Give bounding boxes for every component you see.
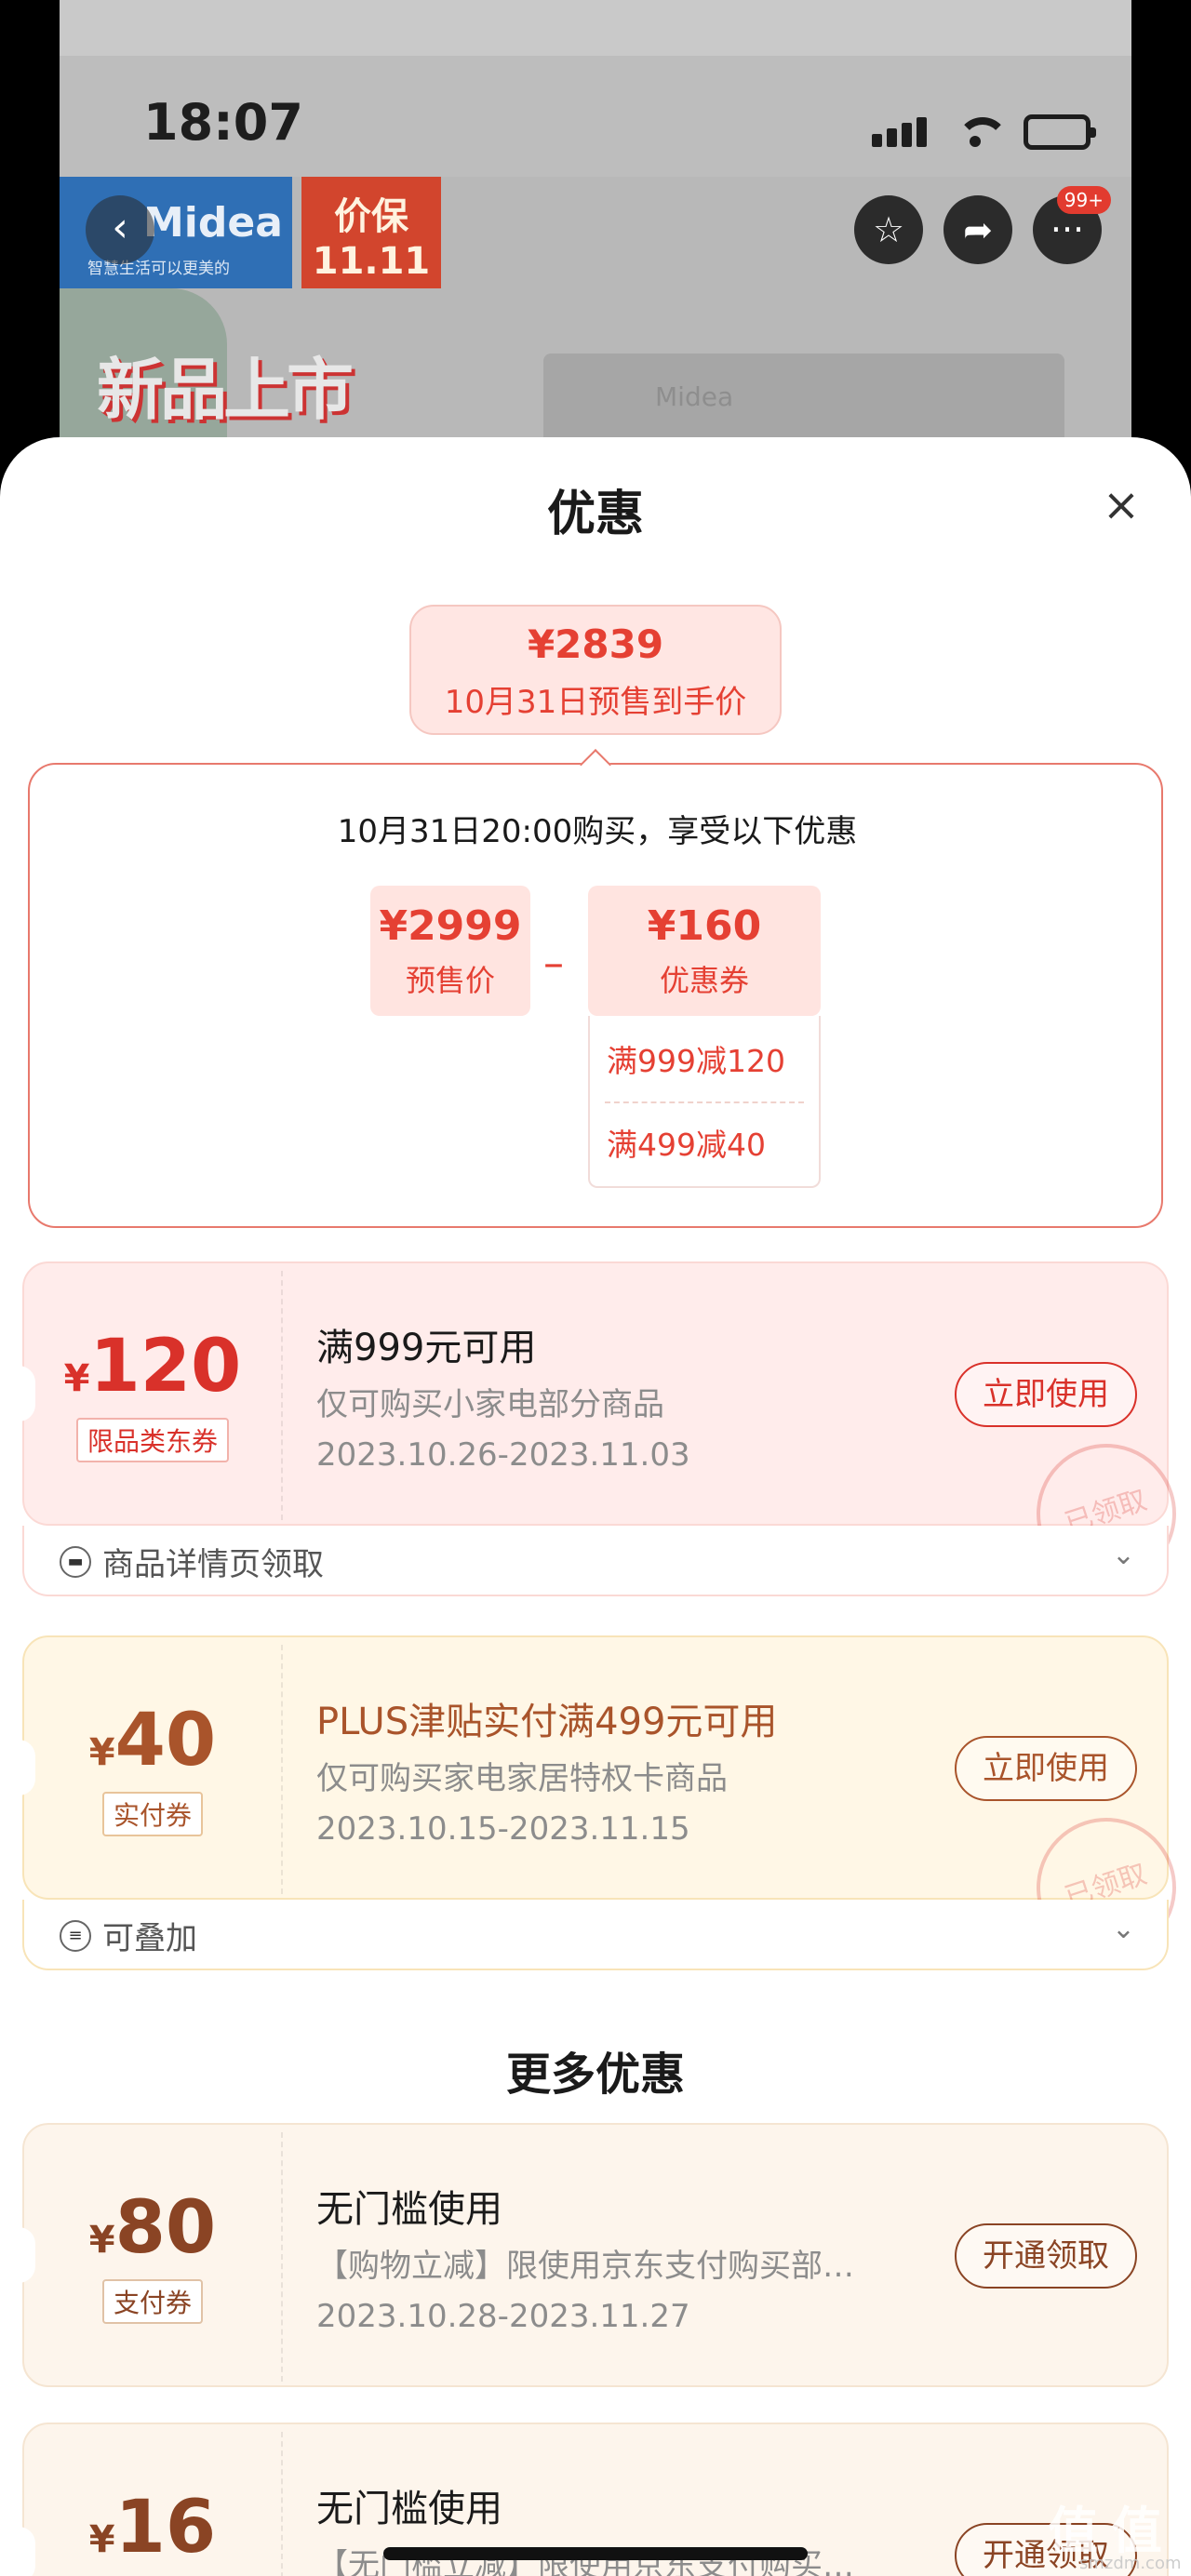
coupon-amount: ¥40 [88,1699,217,1782]
final-price-label: 10月31日预售到手价 [444,684,747,721]
coupon-validity: 2023.10.15-2023.11.15 [316,1810,690,1848]
divider [605,1101,804,1103]
coupon-card: ¥120 限品类东券 满999元可用 仅可购买小家电部分商品 2023.10.2… [19,1261,1191,1602]
coupon-description: 【购物立减】限使用京东支付购买部… [316,2248,854,2285]
presale-price-card: ¥2999 预售价 [370,886,530,1016]
stack-icon: ≡ [60,1920,91,1952]
coupon-breakdown-row: 满499减40 [607,1127,766,1163]
share-button[interactable]: ➦ [943,195,1012,264]
coupon-footer[interactable]: ≡ 可叠加 ⌄ [22,1900,1169,1970]
coupon-description: 仅可购买家电家居特权卡商品 [316,1760,728,1797]
price-calculation-box: 10月31日20:00购买，享受以下优惠 ¥2999 预售价 – ¥160 优惠… [28,763,1163,1228]
coupon-type-tag: 限品类东券 [24,1418,281,1462]
coupon-type-tag: 实付券 [24,1792,281,1836]
coupon-validity: 2023.10.26-2023.11.03 [316,1436,690,1474]
sheet-title: 优惠 [546,487,644,542]
coupon-amount: ¥16 [88,2486,217,2569]
coupon-amount: ¥120 [63,1325,242,1408]
coupon-card: ¥40 实付券 PLUS津贴实付满499元可用 仅可购买家电家居特权卡商品 20… [19,1635,1191,1976]
star-icon: ☆ [872,209,905,250]
new-product-banner: 新品上市 [97,351,354,429]
chevron-down-icon: ⌄ [1111,1913,1135,1945]
minus-sign: – [543,940,564,987]
chevron-left-icon: ‹ [112,204,128,251]
ticket-icon: ▬ [60,1546,91,1578]
favorite-button[interactable]: ☆ [854,195,923,264]
coupon-amount: ¥80 [88,2186,217,2270]
background-product-page: 18:07 Midea 智慧生活可以更美的 价保 11.11 新品上市 Mide… [60,0,1131,484]
price-protect-badge: 价保 11.11 [301,177,441,288]
coupon-condition: PLUS津贴实付满499元可用 [316,1701,778,1743]
status-bar: 18:07 [60,56,1131,177]
back-button[interactable]: ‹ [86,195,154,264]
more-button[interactable]: ··· 99+ [1033,186,1111,264]
activate-claim-button[interactable]: 开通领取 [955,2223,1137,2289]
coupon-condition: 无门槛使用 [316,2488,502,2530]
close-icon: × [1102,479,1141,531]
discount-sheet: 优惠 × ¥2839 10月31日预售到手价 10月31日20:00购买，享受以… [0,437,1191,2576]
status-icons [872,113,1096,151]
coupon-breakdown-row: 满999减120 [607,1043,785,1079]
final-price-amount: ¥2839 [527,621,664,667]
close-button[interactable]: × [1098,482,1144,528]
coupon-total-card: ¥160 优惠券 [588,886,821,1016]
coupon-footer[interactable]: ▬ 商品详情页领取 ⌄ [22,1526,1169,1596]
notification-badge: 99+ [1056,186,1111,214]
watermark-url: smzdm.com [1079,2554,1182,2573]
coupon-condition: 无门槛使用 [316,2188,502,2231]
coupon-breakdown-list: 满999减120 满499减40 [588,1016,821,1188]
coupon-card: ¥80 支付券 无门槛使用 【购物立减】限使用京东支付购买部… 2023.10.… [19,2123,1169,2387]
coupon-description: 仅可购买小家电部分商品 [316,1386,664,1423]
coupon-type-tag: 支付券 [24,2279,281,2324]
chevron-down-icon: ⌄ [1111,1539,1135,1571]
more-dots-icon: ··· [1050,209,1085,250]
use-now-button[interactable]: 立即使用 [955,1736,1137,1801]
home-indicator[interactable] [383,2547,808,2560]
use-now-button[interactable]: 立即使用 [955,1362,1137,1427]
battery-icon [1024,114,1096,150]
coupon-condition: 满999元可用 [316,1327,537,1369]
coupon-validity: 2023.10.28-2023.11.27 [316,2298,690,2335]
final-price-badge: ¥2839 10月31日预售到手价 [409,605,782,735]
calc-heading: 10月31日20:00购买，享受以下优惠 [337,813,858,850]
cellular-signal-icon [872,117,927,147]
wifi-icon [951,113,1009,151]
status-time: 18:07 [143,93,303,152]
share-icon: ➦ [963,209,993,250]
more-discounts-title: 更多优惠 [505,2049,685,2101]
